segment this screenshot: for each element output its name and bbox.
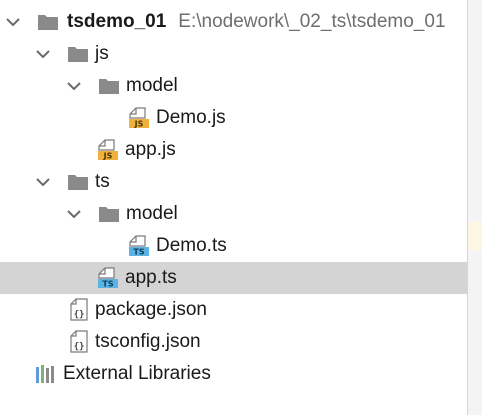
- tree-item-ts-model-folder[interactable]: model: [0, 198, 468, 230]
- tree-item-label: model: [126, 203, 178, 224]
- tree-item-external-libraries[interactable]: External Libraries: [0, 358, 468, 390]
- tree-item-label: Demo.js: [156, 107, 226, 128]
- svg-text:JS: JS: [134, 120, 144, 129]
- tree-item-project-root[interactable]: tsdemo_01 E:\nodework\_02_ts\tsdemo_01: [0, 6, 468, 38]
- tree-item-ts-folder[interactable]: ts: [0, 166, 468, 198]
- editor-gutter-edge: [467, 0, 482, 415]
- tree-item-js-app-file[interactable]: JS app.js: [0, 134, 468, 166]
- ts-file-icon: TS: [97, 267, 119, 289]
- libraries-icon: [35, 364, 57, 384]
- svg-text:{}: {}: [74, 310, 85, 320]
- js-file-icon: JS: [97, 139, 119, 161]
- tree-item-label: package.json: [95, 299, 207, 320]
- folder-icon: [37, 13, 59, 31]
- tree-item-ts-app-file[interactable]: TS app.ts: [0, 262, 468, 294]
- svg-text:TS: TS: [133, 248, 144, 257]
- folder-icon: [67, 45, 89, 63]
- tree-item-label: app.ts: [125, 267, 177, 288]
- tree-item-label: tsconfig.json: [95, 331, 201, 352]
- tree-item-label: app.js: [125, 139, 176, 160]
- project-name: tsdemo_01: [67, 11, 167, 32]
- json-file-icon: {}: [69, 330, 89, 354]
- tree-item-package-json[interactable]: {} package.json: [0, 294, 468, 326]
- svg-text:{}: {}: [74, 342, 85, 352]
- json-file-icon: {}: [69, 298, 89, 322]
- folder-icon: [67, 173, 89, 191]
- chevron-down-icon[interactable]: [66, 78, 82, 94]
- chevron-down-icon[interactable]: [35, 46, 51, 62]
- tree-item-js-demo-file[interactable]: JS Demo.js: [0, 102, 468, 134]
- tree-item-label: js: [95, 43, 109, 64]
- tree-item-label: ts: [95, 171, 110, 192]
- tree-item-label: model: [126, 75, 178, 96]
- folder-icon: [98, 77, 120, 95]
- tree-item-js-model-folder[interactable]: model: [0, 70, 468, 102]
- gutter-highlight: [468, 222, 482, 250]
- tree-item-js-folder[interactable]: js: [0, 38, 468, 70]
- folder-icon: [98, 205, 120, 223]
- project-path: E:\nodework\_02_ts\tsdemo_01: [178, 11, 446, 32]
- ts-file-icon: TS: [128, 235, 150, 257]
- chevron-down-icon[interactable]: [5, 14, 21, 30]
- project-tree: tsdemo_01 E:\nodework\_02_ts\tsdemo_01 j…: [0, 6, 468, 390]
- tree-item-label: External Libraries: [63, 363, 211, 384]
- svg-text:JS: JS: [103, 152, 113, 161]
- tree-item-ts-demo-file[interactable]: TS Demo.ts: [0, 230, 468, 262]
- chevron-down-icon[interactable]: [35, 174, 51, 190]
- chevron-down-icon[interactable]: [66, 206, 82, 222]
- tree-item-label: Demo.ts: [156, 235, 227, 256]
- js-file-icon: JS: [128, 107, 150, 129]
- svg-text:TS: TS: [102, 280, 113, 289]
- tree-item-tsconfig-json[interactable]: {} tsconfig.json: [0, 326, 468, 358]
